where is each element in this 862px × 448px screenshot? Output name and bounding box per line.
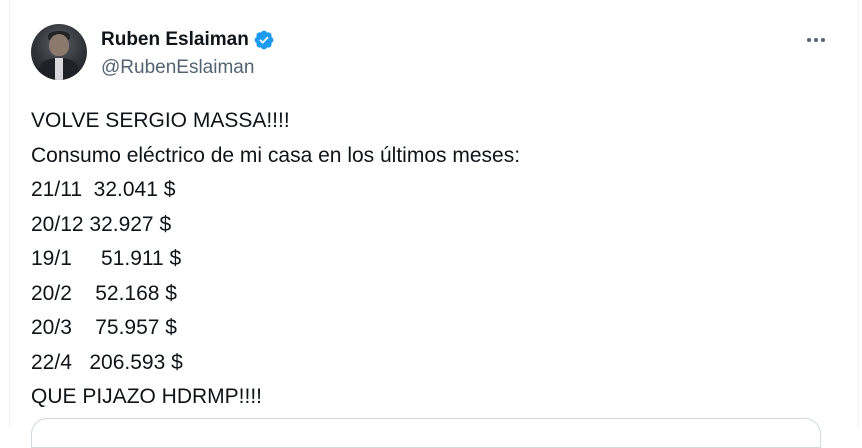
- tweet-line: Consumo eléctrico de mi casa en los últi…: [31, 143, 521, 167]
- tweet-text: VOLVE SERGIO MASSA!!!! Consumo eléctrico…: [31, 104, 811, 415]
- tweet-line: 20/12 32.927 $: [31, 212, 172, 236]
- tweet-line: 20/3 75.957 $: [31, 316, 177, 339]
- author-display-name[interactable]: Ruben Eslaiman: [101, 29, 249, 51]
- author-name-row[interactable]: Ruben Eslaiman: [101, 28, 275, 52]
- tweet-line: VOLVE SERGIO MASSA!!!!: [31, 109, 290, 132]
- author-handle[interactable]: @RubenEslaiman: [101, 57, 254, 79]
- tweet-line: 22/4 206.593 $: [31, 350, 183, 374]
- tweet-line: QUE PIJAZO HDRMP!!!!: [31, 385, 263, 408]
- tweet-line: 20/2 52.168 $: [31, 281, 177, 305]
- avatar[interactable]: [31, 24, 87, 80]
- more-options-icon[interactable]: [803, 28, 829, 52]
- verified-badge-icon: [254, 30, 274, 50]
- tweet-line: 21/11 32.041 $: [31, 178, 176, 201]
- tweet-line: 19/1 51.911 $: [31, 247, 182, 270]
- embedded-card-edge[interactable]: [31, 418, 821, 448]
